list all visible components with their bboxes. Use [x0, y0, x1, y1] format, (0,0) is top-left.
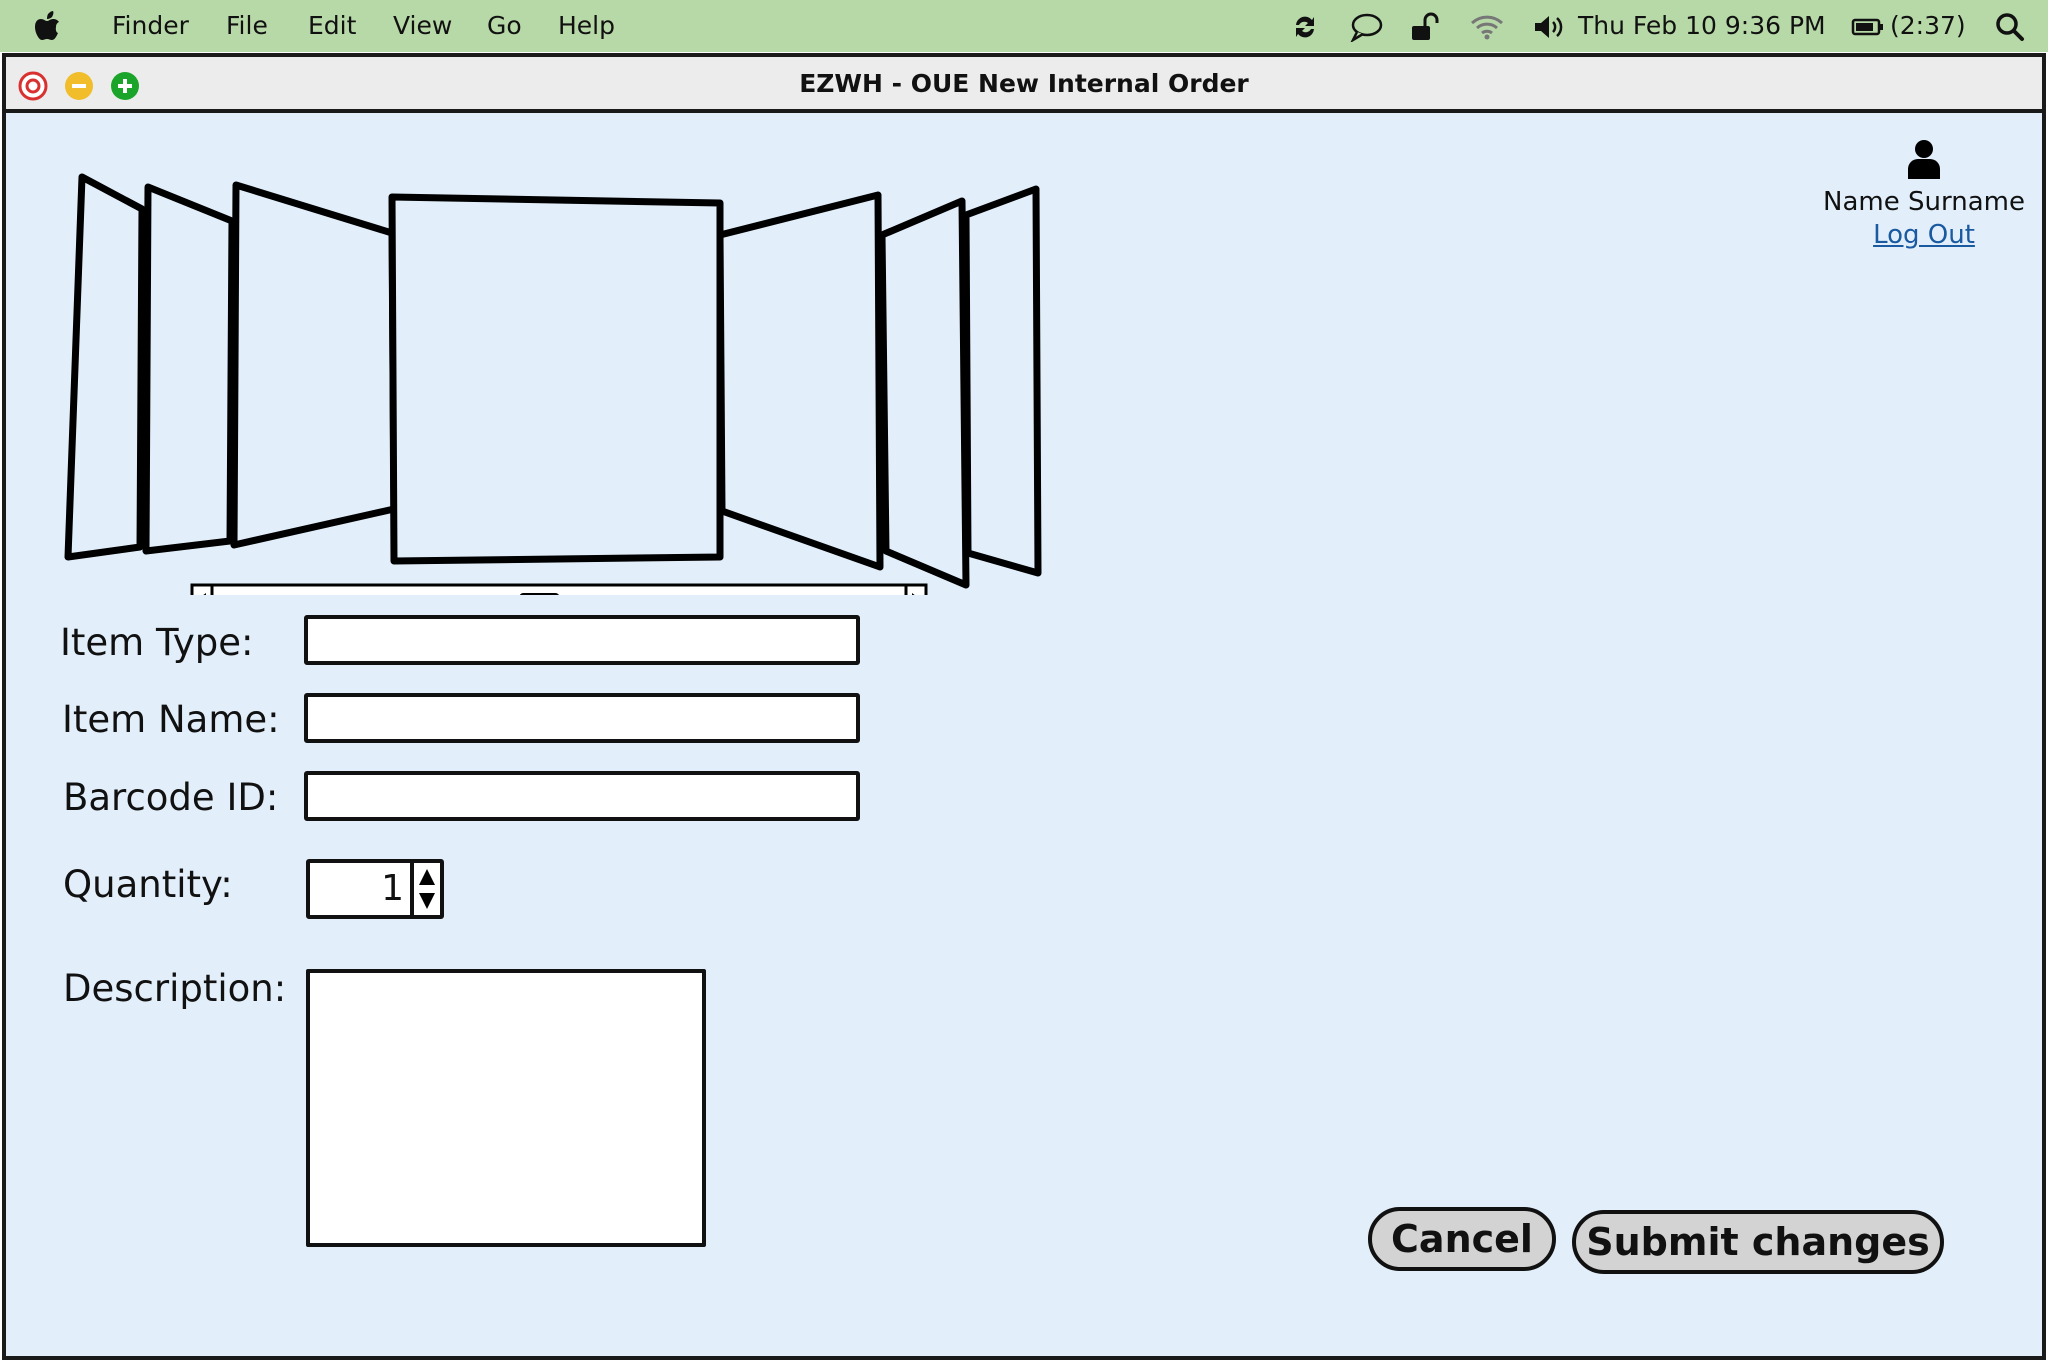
menu-view[interactable]: View — [393, 11, 452, 40]
chat-bubble-icon[interactable] — [1349, 12, 1383, 42]
coverflow-card — [962, 185, 1042, 577]
menu-edit[interactable]: Edit — [308, 11, 356, 40]
stepper-down-icon[interactable] — [417, 891, 437, 911]
quantity-label: Quantity: — [63, 863, 233, 906]
description-label: Description: — [63, 967, 287, 1010]
user-name: Name Surname — [1823, 187, 2025, 217]
scroll-left-arrow — [190, 583, 214, 595]
coverflow-card — [388, 193, 724, 565]
coverflow-carousel[interactable] — [58, 165, 1058, 595]
battery-icon[interactable] — [1851, 12, 1885, 42]
app-window: EZWH - OUE New Internal Order Name Surna… — [2, 53, 2046, 1360]
item-name-label: Item Name: — [62, 698, 280, 741]
submit-changes-button[interactable]: Submit changes — [1572, 1210, 1944, 1274]
barcode-field[interactable] — [304, 771, 860, 821]
user-icon — [1908, 140, 1940, 179]
item-type-field[interactable] — [304, 615, 860, 665]
sync-icon[interactable] — [1290, 12, 1320, 42]
quantity-arrows[interactable] — [410, 863, 440, 915]
coverflow-card — [878, 197, 970, 589]
menu-bar: Finder File Edit View Go Help Thu Feb 10… — [0, 0, 2048, 52]
unlock-icon[interactable] — [1410, 12, 1440, 42]
coverflow-scrollbar[interactable] — [190, 583, 928, 595]
battery-time: (2:37) — [1890, 11, 1966, 40]
menu-go[interactable]: Go — [487, 11, 522, 40]
menubar-datetime[interactable]: Thu Feb 10 9:36 PM — [1578, 11, 1826, 40]
cancel-button[interactable]: Cancel — [1368, 1207, 1556, 1271]
coverflow-card — [716, 191, 884, 571]
search-icon[interactable] — [1995, 12, 2025, 42]
coverflow-card — [142, 183, 236, 555]
barcode-label: Barcode ID: — [63, 776, 279, 819]
coverflow-card — [64, 173, 146, 561]
stepper-up-icon[interactable] — [417, 867, 437, 887]
scroll-right-arrow — [904, 583, 928, 595]
window-titlebar[interactable]: EZWH - OUE New Internal Order — [6, 57, 2042, 113]
menu-finder[interactable]: Finder — [112, 11, 189, 40]
apple-icon[interactable] — [34, 10, 62, 42]
menu-file[interactable]: File — [226, 11, 268, 40]
quantity-stepper[interactable]: 1 — [306, 859, 444, 919]
item-type-label: Item Type: — [60, 621, 254, 664]
scroll-thumb — [519, 593, 559, 595]
coverflow-card — [230, 181, 398, 549]
logout-link[interactable]: Log Out — [1814, 220, 2034, 250]
volume-icon[interactable] — [1532, 12, 1566, 42]
wifi-icon[interactable] — [1470, 12, 1504, 42]
description-textarea[interactable] — [306, 969, 706, 1247]
menu-help[interactable]: Help — [558, 11, 615, 40]
quantity-value[interactable]: 1 — [310, 863, 410, 915]
item-name-field[interactable] — [304, 693, 860, 743]
window-title: EZWH - OUE New Internal Order — [799, 69, 1249, 98]
